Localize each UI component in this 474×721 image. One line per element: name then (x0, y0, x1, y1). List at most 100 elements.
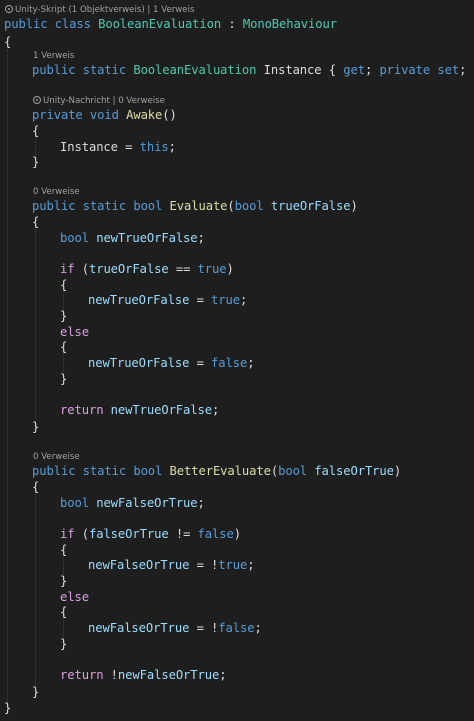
codelens-awake[interactable]: Unity-Nachricht | 0 Verweise (33, 95, 165, 107)
codelens-class[interactable]: Unity-Skript (1 Objektverweis) | 1 Verwe… (5, 4, 194, 16)
punctuation: ; (197, 231, 205, 245)
brace: } (32, 685, 40, 699)
punctuation: ; (247, 356, 255, 370)
control-keyword: return (60, 403, 111, 417)
keyword: false (211, 356, 248, 370)
operator: = ! (189, 558, 219, 572)
better-if: if (falseOrTrue != false) (60, 526, 241, 542)
brace: } (60, 309, 68, 323)
else-keyword: else (60, 590, 89, 604)
keyword: private void (32, 108, 127, 122)
brace: } (60, 574, 68, 588)
variable: newFalseOrTrue (96, 496, 198, 510)
parameter: trueOrFalse (88, 262, 169, 276)
operator: = (189, 356, 212, 370)
indent-guide (7, 50, 8, 702)
punctuation: ; (212, 403, 220, 417)
operator: != (168, 527, 198, 541)
punctuation: ; (247, 558, 255, 572)
better-evaluate-declaration: public static bool BetterEvaluate(bool f… (32, 463, 401, 479)
type-name: BooleanEvaluation (133, 63, 257, 77)
class-declaration: public class BooleanEvaluation : MonoBeh… (4, 16, 337, 32)
brace: { (60, 278, 68, 292)
brace: { (4, 35, 12, 49)
eval-if: if (trueOrFalse == true) (60, 261, 234, 277)
punctuation: () (162, 108, 177, 122)
punctuation: ; (254, 621, 262, 635)
codelens-class-text: Unity-Skript (1 Objektverweis) | 1 Verwe… (15, 5, 195, 15)
punctuation: ( (74, 527, 89, 541)
awake-declaration: private void Awake() (32, 107, 177, 123)
unity-icon (33, 96, 41, 104)
punctuation: ; (197, 496, 205, 510)
brace: { (60, 340, 68, 354)
variable: newFalseOrTrue (88, 621, 190, 635)
keyword: set (430, 63, 460, 77)
operator: ! (103, 668, 118, 682)
brace: } (32, 155, 40, 169)
eval-assign-false: newTrueOrFalse = false; (88, 355, 255, 371)
better-assign-true: newFalseOrTrue = !true; (88, 557, 255, 573)
keyword: public static bool (32, 464, 170, 478)
brace: { (60, 543, 68, 557)
punctuation: : (221, 17, 243, 31)
parameter: falseOrTrue (307, 464, 394, 478)
brace: } (60, 637, 68, 651)
punctuation: ( (270, 464, 279, 478)
parameter: falseOrTrue (88, 527, 169, 541)
unity-icon (5, 5, 13, 13)
keyword: true (218, 558, 248, 572)
punctuation: ) (350, 199, 358, 213)
punctuation: ( (74, 262, 89, 276)
parameter: trueOrFalse (263, 199, 351, 213)
punctuation: ) (233, 527, 241, 541)
method-name: Evaluate (169, 199, 228, 213)
keyword: bool (60, 231, 97, 245)
variable: newFalseOrTrue (88, 558, 190, 572)
operator: = (189, 293, 212, 307)
keyword: get (343, 63, 365, 77)
keyword: this (139, 140, 169, 154)
keyword: public static bool (32, 199, 170, 213)
punctuation: ; (219, 668, 227, 682)
indent-guide (35, 490, 36, 693)
brace: { (32, 124, 40, 138)
punctuation: ; (364, 63, 380, 77)
punctuation: ; } (459, 63, 474, 77)
keyword: false (197, 527, 234, 541)
keyword: bool (60, 496, 97, 510)
brace: { (32, 480, 40, 494)
operator: = ! (189, 621, 219, 635)
method-name: Awake (126, 108, 163, 122)
indent-guide (35, 225, 36, 428)
codelens-better-evaluate[interactable]: 0 Verweise (33, 451, 80, 463)
control-keyword: if (60, 262, 75, 276)
keyword: bool (234, 199, 264, 213)
punctuation: ) (226, 262, 234, 276)
operator: = (117, 140, 140, 154)
keyword: public static (32, 63, 134, 77)
punctuation: ; (168, 140, 176, 154)
else-keyword: else (60, 325, 89, 339)
variable: newTrueOrFalse (96, 231, 198, 245)
brace: } (60, 372, 68, 386)
property-name: Instance { (256, 63, 344, 77)
brace: } (32, 420, 40, 434)
operator: == (168, 262, 198, 276)
keyword: public class (4, 17, 99, 31)
eval-var-declaration: bool newTrueOrFalse; (60, 230, 205, 246)
variable: newTrueOrFalse (110, 403, 212, 417)
variable: newTrueOrFalse (88, 356, 190, 370)
codelens-awake-text: Unity-Nachricht | 0 Verweise (43, 96, 165, 106)
code-editor[interactable]: Unity-Skript (1 Objektverweis) | 1 Verwe… (0, 0, 474, 721)
eval-assign-true: newTrueOrFalse = true; (88, 292, 247, 308)
variable: newFalseOrTrue (117, 668, 220, 682)
property-ref: Instance (60, 140, 118, 154)
instance-assignment: Instance = this; (60, 139, 176, 155)
control-keyword: return (60, 668, 104, 682)
keyword: private (379, 63, 431, 77)
instance-property: public static BooleanEvaluation Instance… (32, 62, 474, 78)
better-return: return !newFalseOrTrue; (60, 667, 227, 683)
codelens-evaluate[interactable]: 0 Verweise (33, 186, 80, 198)
codelens-instance[interactable]: 1 Verweis (33, 50, 74, 62)
